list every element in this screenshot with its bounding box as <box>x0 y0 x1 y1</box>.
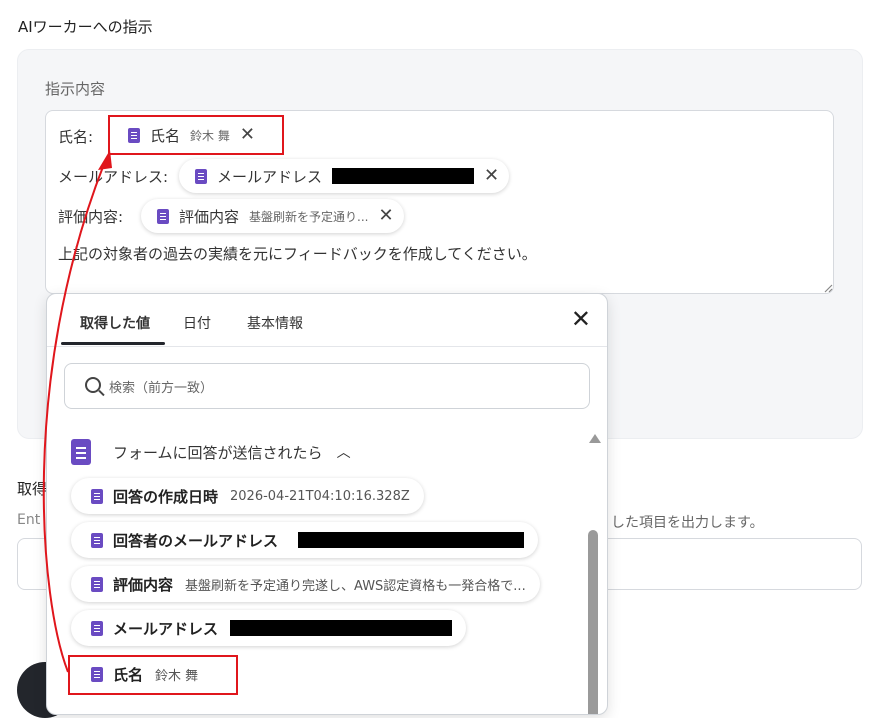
annotation-arrow <box>42 150 112 673</box>
